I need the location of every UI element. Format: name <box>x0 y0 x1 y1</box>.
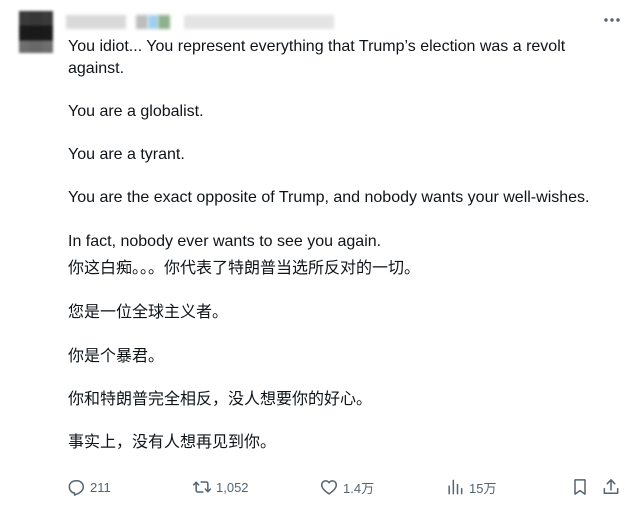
post-header <box>64 10 364 32</box>
views-button[interactable]: 15万 <box>445 474 496 500</box>
bookmark-icon <box>574 479 586 495</box>
bookmark-button[interactable] <box>570 474 590 500</box>
more-options-button[interactable] <box>598 8 626 32</box>
action-bar: 211 1,052 1.4万 15万 <box>66 474 626 500</box>
post-text-zh-1: 你这白痴。。。你代表了特朗普当选所反对的一切。 <box>68 260 421 277</box>
badge-redacted <box>148 15 158 29</box>
like-button[interactable]: 1.4万 <box>319 474 374 500</box>
reply-count: 211 <box>90 479 111 495</box>
badge-redacted <box>158 15 170 29</box>
post-text-en-1: You idiot... You represent everything th… <box>68 38 566 77</box>
post-text-zh-4: 你和特朗普完全相反，没人想要你的好心。 <box>68 391 373 408</box>
avatar[interactable] <box>19 11 53 53</box>
post-text-en-4: You are the exact opposite of Trump, and… <box>68 189 590 206</box>
repost-button[interactable]: 1,052 <box>192 474 249 500</box>
share-icon <box>603 479 619 494</box>
post-text-en-2: You are a globalist. <box>68 103 204 120</box>
post-text-zh-5: 事实上，没有人想再见到你。 <box>68 434 277 451</box>
handle-redacted[interactable] <box>184 15 334 29</box>
post-card: You idiot... You represent everything th… <box>0 0 640 506</box>
reply-icon <box>68 480 84 496</box>
post-text-zh-3: 你是个暴君。 <box>68 348 165 365</box>
post-text-en-3: You are a tyrant. <box>68 146 185 163</box>
more-horizontal-icon <box>604 18 620 22</box>
like-count: 1.4万 <box>343 480 375 496</box>
repost-count: 1,052 <box>216 479 249 495</box>
views-chart-icon <box>448 479 463 495</box>
heart-icon <box>320 480 338 495</box>
display-name-redacted[interactable] <box>66 15 126 29</box>
badge-redacted <box>136 15 148 29</box>
reply-button[interactable]: 211 <box>66 474 111 500</box>
repost-icon <box>192 481 212 493</box>
post-text-en-5: In fact, nobody ever wants to see you ag… <box>68 233 382 250</box>
post-text-zh-2: 您是一位全球主义者。 <box>68 304 229 321</box>
share-button[interactable] <box>601 474 621 500</box>
view-count: 15万 <box>469 480 497 496</box>
